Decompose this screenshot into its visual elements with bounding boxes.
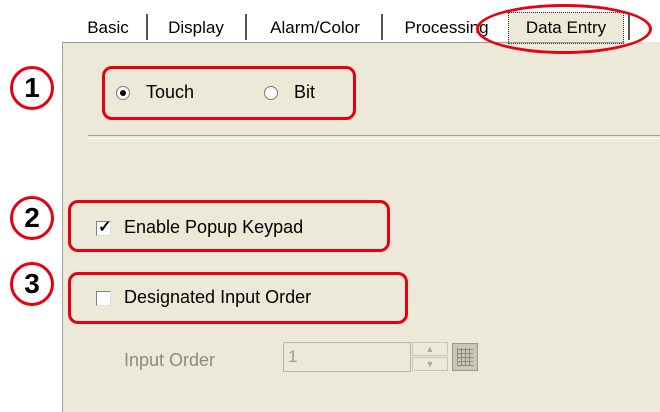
input-order-field[interactable]: 1	[283, 342, 411, 372]
spin-up-icon[interactable]: ▲	[412, 342, 448, 356]
input-order-value: 1	[288, 347, 298, 366]
check-icon: ✓	[98, 219, 112, 236]
designated-input-order-label: Designated Input Order	[124, 287, 312, 307]
radio-touch-label: Touch	[146, 82, 195, 102]
radio-touch[interactable]	[116, 86, 130, 100]
section-divider	[88, 135, 660, 139]
spin-down-icon[interactable]: ▼	[412, 357, 448, 371]
radio-bit[interactable]	[264, 86, 278, 100]
tab-separator	[245, 14, 247, 40]
keypad-button[interactable]	[452, 343, 478, 371]
radio-bit-label: Bit	[294, 82, 316, 102]
callout-2: 2	[10, 196, 54, 240]
enable-popup-keypad-checkbox[interactable]: ✓	[96, 219, 112, 236]
callout-1: 1	[10, 66, 54, 110]
enable-popup-keypad-label: Enable Popup Keypad	[124, 217, 304, 237]
tab-separator	[146, 14, 148, 40]
highlight-box-1	[102, 66, 356, 120]
callout-3: 3	[10, 262, 54, 306]
designated-input-order-checkbox[interactable]	[96, 291, 111, 306]
tab-alarm-color[interactable]: Alarm/Color	[255, 10, 375, 44]
tab-separator	[381, 14, 383, 40]
tab-display[interactable]: Display	[156, 10, 236, 44]
tab-basic[interactable]: Basic	[78, 10, 138, 44]
input-order-spinner[interactable]: ▲ ▼	[412, 342, 448, 372]
input-order-label: Input Order	[124, 350, 216, 370]
data-entry-tab-highlight	[476, 4, 652, 54]
keypad-icon	[457, 348, 473, 366]
